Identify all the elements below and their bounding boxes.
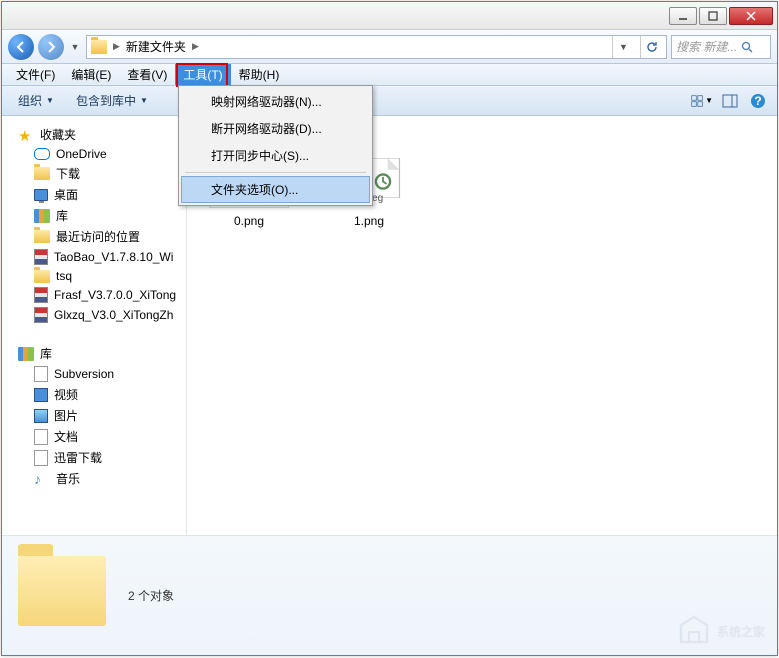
sidebar-item-downloads[interactable]: 下载: [2, 163, 186, 184]
sidebar-item-label: 迅雷下载: [54, 449, 102, 466]
archive-icon: [34, 249, 48, 265]
sidebar-item-thunder[interactable]: 迅雷下载: [2, 447, 186, 468]
library-icon: [18, 347, 34, 361]
sidebar-item-glxzq[interactable]: Glxzq_V3.0_XiTongZh: [2, 305, 186, 325]
library-icon: [34, 209, 50, 223]
menu-open-sync-center[interactable]: 打开同步中心(S)...: [181, 142, 370, 169]
sidebar-item-recent[interactable]: 最近访问的位置: [2, 226, 186, 247]
address-dropdown-button[interactable]: ▼: [612, 36, 634, 58]
sidebar-item-onedrive[interactable]: OneDrive: [2, 145, 186, 163]
sidebar-item-label: 音乐: [56, 470, 80, 487]
sidebar-item-label: Glxzq_V3.0_XiTongZh: [54, 308, 173, 322]
svg-text:?: ?: [754, 94, 761, 108]
cloud-icon: [34, 148, 50, 160]
folder-icon: [34, 167, 50, 180]
refresh-button[interactable]: [640, 36, 662, 58]
breadcrumb-current[interactable]: 新建文件夹: [126, 38, 186, 55]
sidebar-item-label: Subversion: [54, 367, 114, 381]
sidebar-item-label: 视频: [54, 386, 78, 403]
nav-history-dropdown[interactable]: ▼: [68, 35, 82, 59]
sidebar-item-label: 图片: [54, 407, 78, 424]
sidebar-item-documents[interactable]: 文档: [2, 426, 186, 447]
breadcrumb-separator-icon: ▶: [192, 41, 199, 52]
menu-disconnect-network-drive[interactable]: 断开网络驱动器(D)...: [181, 115, 370, 142]
title-bar: [2, 2, 777, 30]
organize-button[interactable]: 组织 ▼: [10, 89, 62, 112]
music-icon: ♪: [34, 471, 50, 487]
archive-icon: [34, 307, 48, 323]
sidebar-item-desktop[interactable]: 桌面: [2, 184, 186, 205]
sidebar-item-label: 桌面: [54, 186, 78, 203]
archive-icon: [34, 287, 48, 303]
folder-icon: [34, 270, 50, 283]
file-name: 0.png: [199, 214, 299, 228]
sidebar-item-label: 下载: [56, 165, 80, 182]
menu-map-network-drive[interactable]: 映射网络驱动器(N)...: [181, 88, 370, 115]
libraries-header[interactable]: 库: [2, 343, 186, 364]
menu-separator: [185, 172, 366, 173]
sidebar-item-label: 最近访问的位置: [56, 228, 140, 245]
watermark-text: 系统之家: [717, 623, 765, 640]
search-input[interactable]: 搜索 新建...: [671, 35, 771, 59]
include-library-button[interactable]: 包含到库中 ▼: [68, 89, 156, 112]
favorites-header[interactable]: ★ 收藏夹: [2, 124, 186, 145]
menu-view[interactable]: 查看(V): [119, 64, 175, 85]
nav-bar: ▼ ▶ 新建文件夹 ▶ ▼ 搜索 新建...: [2, 30, 777, 64]
sidebar-item-frasf[interactable]: Frasf_V3.7.0.0_XiTong: [2, 285, 186, 305]
document-icon: [34, 450, 48, 466]
maximize-button[interactable]: [699, 7, 727, 25]
preview-pane-button[interactable]: [719, 90, 741, 112]
pictures-icon: [34, 409, 48, 423]
toolbar: 组织 ▼ 包含到库中 ▼ 共享 ▼ 書文件夹 ▼ ?: [2, 86, 777, 116]
menu-folder-options[interactable]: 文件夹选项(O)...: [181, 176, 370, 203]
file-name: 1.png: [319, 214, 419, 228]
view-mode-button[interactable]: ▼: [691, 90, 713, 112]
menu-tools[interactable]: 工具(T): [175, 64, 230, 85]
watermark: 系统之家: [677, 614, 765, 648]
sidebar-item-label: OneDrive: [56, 147, 107, 161]
navigation-pane: ★ 收藏夹 OneDrive 下载 桌面 库 最近访问的位置 TaoBao_V1.…: [2, 116, 187, 535]
search-placeholder: 搜索 新建...: [676, 38, 737, 55]
folder-icon: [34, 230, 50, 243]
forward-button[interactable]: [38, 34, 64, 60]
sidebar-item-tsq[interactable]: tsq: [2, 267, 186, 285]
menu-help[interactable]: 帮助(H): [231, 64, 288, 85]
tools-dropdown: 映射网络驱动器(N)... 断开网络驱动器(D)... 打开同步中心(S)...…: [178, 85, 373, 206]
close-button[interactable]: [729, 7, 773, 25]
sidebar-item-label: Frasf_V3.7.0.0_XiTong: [54, 288, 176, 302]
details-folder-icon: [18, 556, 108, 636]
libraries-label: 库: [40, 345, 52, 362]
star-icon: ★: [18, 127, 34, 143]
menu-edit[interactable]: 编辑(E): [63, 64, 119, 85]
help-button[interactable]: ?: [747, 90, 769, 112]
menu-bar: 文件(F) 编辑(E) 查看(V) 工具(T) 帮助(H): [2, 64, 777, 86]
document-icon: [34, 366, 48, 382]
sidebar-item-label: TaoBao_V1.7.8.10_Wi: [54, 250, 173, 264]
sidebar-item-label: tsq: [56, 269, 72, 283]
minimize-button[interactable]: [669, 7, 697, 25]
menu-file[interactable]: 文件(F): [8, 64, 63, 85]
sidebar-item-videos[interactable]: 视频: [2, 384, 186, 405]
item-count: 2 个对象: [128, 587, 174, 604]
breadcrumb-separator-icon: ▶: [113, 41, 120, 52]
content-area: ★ 收藏夹 OneDrive 下载 桌面 库 最近访问的位置 TaoBao_V1.…: [2, 116, 777, 535]
sidebar-item-label: 文档: [54, 428, 78, 445]
sidebar-item-label: 库: [56, 207, 68, 224]
search-icon: [741, 41, 753, 53]
sidebar-item-subversion[interactable]: Subversion: [2, 364, 186, 384]
back-button[interactable]: [8, 34, 34, 60]
details-pane: 2 个对象: [2, 535, 777, 655]
document-icon: [34, 429, 48, 445]
sidebar-item-libraries-fav[interactable]: 库: [2, 205, 186, 226]
desktop-icon: [34, 189, 48, 201]
sidebar-item-taobao[interactable]: TaoBao_V1.7.8.10_Wi: [2, 247, 186, 267]
address-bar[interactable]: ▶ 新建文件夹 ▶ ▼: [86, 35, 667, 59]
folder-icon: [91, 40, 107, 54]
sidebar-item-music[interactable]: ♪ 音乐: [2, 468, 186, 489]
favorites-label: 收藏夹: [40, 126, 76, 143]
sidebar-item-pictures[interactable]: 图片: [2, 405, 186, 426]
video-icon: [34, 388, 48, 402]
